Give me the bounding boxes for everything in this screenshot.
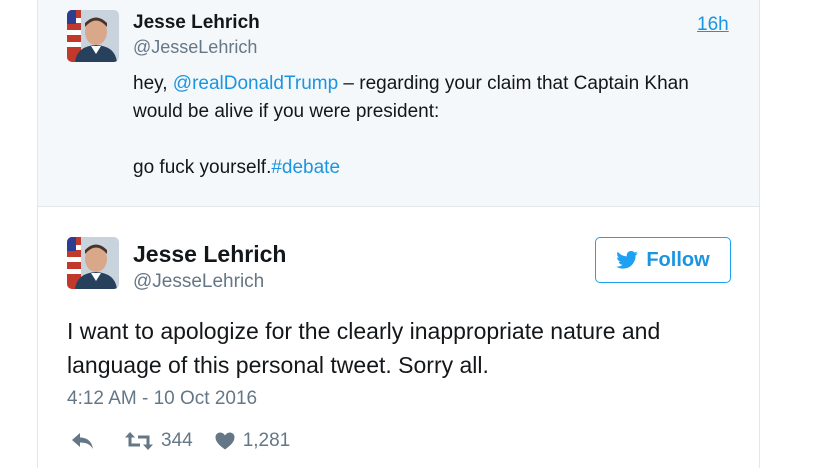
reply-icon xyxy=(71,432,95,450)
quoted-tweet-text: hey, @realDonaldTrump – regarding your c… xyxy=(133,70,713,182)
quoted-tweet-time-link[interactable]: 16h xyxy=(697,14,729,36)
twitter-bird-icon xyxy=(616,251,639,269)
quoted-author-handle[interactable]: @JesseLehrich xyxy=(133,37,257,58)
follow-button[interactable]: Follow xyxy=(595,237,731,283)
retweet-button[interactable]: 344 xyxy=(125,430,193,452)
retweet-count: 344 xyxy=(161,430,193,451)
avatar[interactable] xyxy=(67,237,119,289)
quoted-tweet[interactable]: Jesse Lehrich @JesseLehrich 16h hey, @re… xyxy=(38,0,759,207)
tweet-card: Jesse Lehrich @JesseLehrich 16h hey, @re… xyxy=(37,0,760,468)
reply-button[interactable] xyxy=(71,432,95,450)
hashtag-link[interactable]: #debate xyxy=(271,157,340,178)
like-count: 1,281 xyxy=(242,430,291,451)
follow-label: Follow xyxy=(646,248,710,271)
retweet-icon xyxy=(125,431,153,451)
author-handle[interactable]: @JesseLehrich xyxy=(133,271,264,293)
heart-icon xyxy=(215,432,235,450)
tweet-actions: 344 1,281 xyxy=(67,428,290,454)
author-name[interactable]: Jesse Lehrich xyxy=(133,241,286,268)
like-button[interactable]: 1,281 xyxy=(215,430,291,452)
avatar[interactable] xyxy=(67,10,119,62)
quoted-author-name[interactable]: Jesse Lehrich xyxy=(133,12,260,34)
tweet-timestamp[interactable]: 4:12 AM - 10 Oct 2016 xyxy=(67,388,257,410)
quoted-text-before: hey, xyxy=(133,73,173,94)
tweet-text: I want to apologize for the clearly inap… xyxy=(67,318,661,378)
mention-link[interactable]: @realDonaldTrump xyxy=(173,73,338,94)
